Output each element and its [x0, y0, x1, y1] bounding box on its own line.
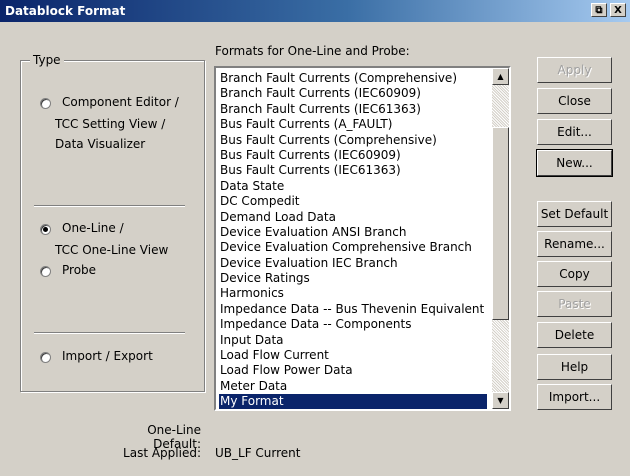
format-list-item[interactable]: Device Ratings	[219, 271, 487, 286]
format-list-item[interactable]: My Format	[219, 394, 487, 409]
copy-button[interactable]: Copy	[537, 261, 612, 287]
formats-list-items: Branch Fault Currents (Comprehensive) Bra…	[219, 71, 487, 409]
format-list-item[interactable]: Bus Fault Currents (IEC61363)	[219, 163, 487, 178]
last-applied-label: Last Applied:	[123, 446, 201, 460]
format-list-item[interactable]: Impedance Data -- Components	[219, 317, 487, 332]
edit-button[interactable]: Edit...	[537, 119, 612, 145]
rename-button[interactable]: Rename...	[537, 231, 612, 257]
format-list-item[interactable]: Device Evaluation ANSI Branch	[219, 225, 487, 240]
radio-one-line[interactable]	[40, 224, 51, 235]
type-group-title: Type	[30, 53, 64, 67]
list-scrollbar[interactable]: ▲ ▼	[492, 68, 509, 409]
radio-probe-label[interactable]: Probe	[62, 263, 96, 277]
title-bar: Datablock Format ⧉ X	[0, 0, 630, 22]
format-list-item[interactable]: Data State	[219, 179, 487, 194]
new-button[interactable]: New...	[536, 149, 613, 177]
format-list-item[interactable]: Meter Data	[219, 379, 487, 394]
window-title: Datablock Format	[5, 4, 126, 18]
format-list-item[interactable]: Branch Fault Currents (Comprehensive)	[219, 71, 487, 86]
format-list-item[interactable]: Bus Fault Currents (A_FAULT)	[219, 117, 487, 132]
format-list-item[interactable]: Load Flow Power Data	[219, 363, 487, 378]
radio-one-line-label-line2[interactable]: TCC One-Line View	[55, 243, 168, 257]
radio-component-editor-label-line2[interactable]: TCC Setting View /	[55, 117, 165, 131]
scroll-thumb[interactable]	[492, 127, 509, 320]
format-list-item[interactable]: Harmonics	[219, 286, 487, 301]
paste-button[interactable]: Paste	[537, 291, 612, 317]
radio-probe[interactable]	[40, 266, 51, 277]
format-list-item[interactable]: Input Data	[219, 333, 487, 348]
radio-import-export-label[interactable]: Import / Export	[62, 349, 153, 363]
scroll-up-arrow-icon[interactable]: ▲	[492, 68, 509, 85]
formats-list-label: Formats for One-Line and Probe:	[215, 44, 410, 58]
radio-component-editor-label-line3[interactable]: Data Visualizer	[55, 137, 145, 151]
type-separator-2	[34, 332, 185, 334]
close-window-button[interactable]: X	[610, 3, 626, 17]
help-button[interactable]: Help	[537, 354, 612, 380]
format-list-item[interactable]: Impedance Data -- Bus Thevenin Equivalen…	[219, 302, 487, 317]
set-default-button[interactable]: Set Default	[537, 201, 612, 227]
radio-import-export[interactable]	[40, 352, 51, 363]
delete-button[interactable]: Delete	[537, 322, 612, 348]
type-separator-1	[34, 205, 185, 207]
format-list-item[interactable]: DC Compedit	[219, 194, 487, 209]
format-list-item[interactable]: Branch Fault Currents (IEC61363)	[219, 102, 487, 117]
format-list-item[interactable]: Device Evaluation Comprehensive Branch	[219, 240, 487, 255]
format-list-item[interactable]: Load Flow Current	[219, 348, 487, 363]
apply-button[interactable]: Apply	[537, 57, 612, 83]
format-list-item[interactable]: Branch Fault Currents (IEC60909)	[219, 86, 487, 101]
radio-one-line-label-line1[interactable]: One-Line /	[62, 221, 124, 235]
radio-selected-dot	[43, 227, 48, 232]
format-list-item[interactable]: Bus Fault Currents (IEC60909)	[219, 148, 487, 163]
format-list-item[interactable]: Bus Fault Currents (Comprehensive)	[219, 133, 487, 148]
close-button[interactable]: Close	[537, 88, 612, 114]
radio-component-editor[interactable]	[40, 98, 51, 109]
restore-window-button[interactable]: ⧉	[591, 3, 607, 17]
format-list-item[interactable]: Device Evaluation IEC Branch	[219, 256, 487, 271]
radio-component-editor-label-line1[interactable]: Component Editor /	[62, 95, 179, 109]
formats-listbox[interactable]: Branch Fault Currents (Comprehensive) Bra…	[214, 66, 511, 411]
last-applied-value: UB_LF Current	[215, 446, 301, 460]
import-button[interactable]: Import...	[537, 384, 612, 410]
format-list-item[interactable]: Demand Load Data	[219, 210, 487, 225]
scroll-down-arrow-icon[interactable]: ▼	[492, 392, 509, 409]
